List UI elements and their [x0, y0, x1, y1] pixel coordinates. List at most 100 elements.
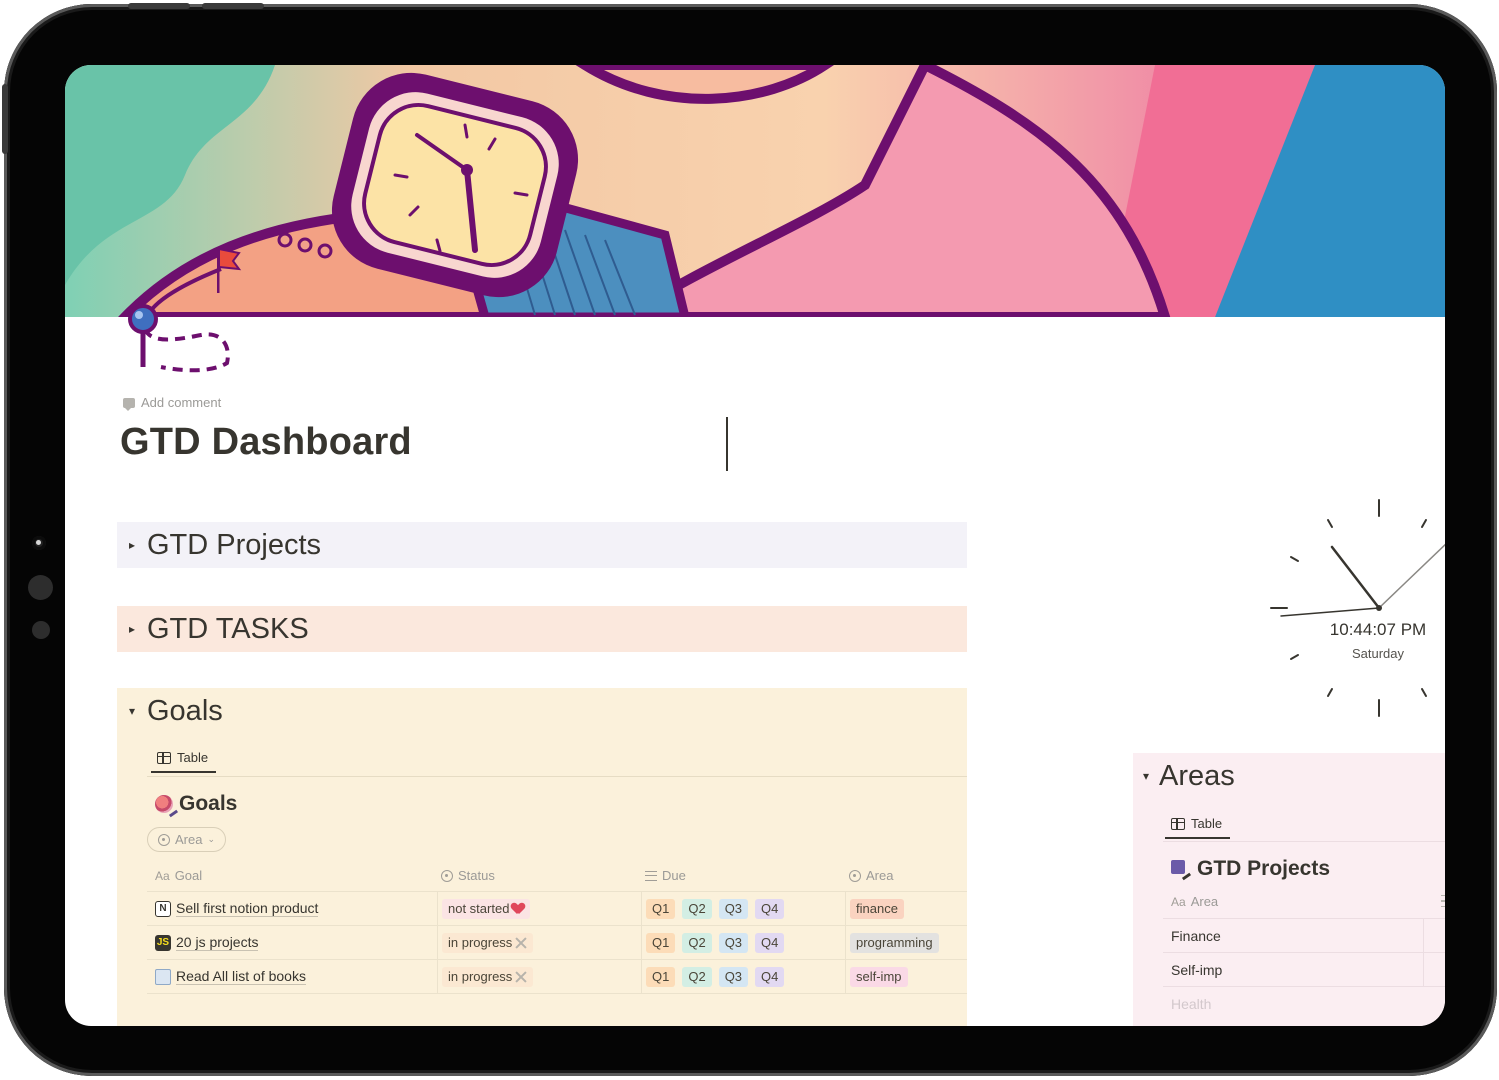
due-tag: Q2 — [682, 898, 712, 919]
comment-icon — [123, 397, 135, 411]
table-row[interactable]: Read All list of books in progress Q1 Q2… — [147, 960, 967, 994]
goals-table: Aa Goal Status Due Area N Sell first notio… — [147, 860, 967, 994]
goal-cell[interactable]: N Sell first notion product — [155, 892, 435, 925]
area-tag: self-imp — [850, 966, 908, 987]
due-tag: Q4 — [755, 932, 785, 953]
page-title[interactable]: GTD Dashboard — [120, 421, 412, 464]
text-cursor — [726, 417, 728, 471]
toggle-arrow-down-icon[interactable]: ▾ — [117, 704, 147, 718]
column-header-goal[interactable]: Aa Goal — [155, 860, 435, 891]
notion-page: Add comment GTD Dashboard ▸ GTD Projects… — [65, 65, 1445, 1026]
due-tag: Q3 — [718, 932, 749, 953]
toggle-areas-header[interactable]: ▾ Areas — [1133, 753, 1235, 799]
power-button — [2, 84, 8, 154]
tab-table-view[interactable]: Table — [1164, 816, 1231, 839]
text-property-icon: Aa — [155, 868, 170, 883]
due-tag: Q1 — [646, 932, 676, 953]
area-name[interactable]: Self-imp — [1171, 962, 1222, 978]
js-icon: JS — [155, 934, 171, 951]
due-tag: Q1 — [646, 898, 676, 919]
column-header-due[interactable]: Due — [641, 860, 841, 891]
notion-icon: N — [155, 900, 171, 917]
status-label: not started — [448, 901, 510, 916]
volume-up-button — [128, 3, 190, 9]
text-property-icon: Aa — [1171, 894, 1186, 909]
column-label: Area — [1190, 894, 1219, 909]
area-tag: finance — [850, 898, 904, 919]
toggle-gtd-projects[interactable]: ▸ GTD Projects — [117, 522, 967, 568]
database-title[interactable]: GTD Projects — [1171, 857, 1330, 881]
projects-icon — [1171, 860, 1191, 878]
toggle-areas: ▾ Areas Table GTD Projects Aa Area Finan… — [1133, 753, 1445, 1026]
table-icon — [157, 751, 171, 764]
tablet-frame: Add comment GTD Dashboard ▸ GTD Projects… — [2, 3, 1497, 1076]
due-cell[interactable]: Q1 Q2 Q3 Q4 — [641, 892, 841, 925]
area-filter-button[interactable]: Area ⌄ — [147, 827, 227, 852]
status-cell[interactable]: in progress — [437, 926, 637, 959]
due-cell[interactable]: Q1 Q2 Q3 Q4 — [641, 960, 841, 993]
select-property-icon — [849, 869, 861, 882]
volume-down-button — [202, 3, 264, 9]
toggle-heading-label: GTD TASKS — [147, 612, 309, 645]
tab-label: Table — [1191, 816, 1223, 831]
toggle-gtd-tasks[interactable]: ▸ GTD TASKS — [117, 606, 967, 652]
table-row[interactable]: N Sell first notion product not started Q… — [147, 892, 967, 926]
area-name[interactable]: Finance — [1171, 928, 1221, 944]
broken-heart-icon — [512, 903, 524, 915]
toggle-goals-header[interactable]: ▾ Goals — [117, 688, 223, 734]
toggle-arrow-down-icon[interactable]: ▾ — [1133, 769, 1159, 783]
column-label: Status — [458, 868, 495, 883]
due-tag: Q4 — [755, 898, 785, 919]
sensor-dot — [28, 575, 53, 600]
sensor-dot-small — [32, 621, 50, 639]
area-name[interactable]: Health — [1171, 996, 1211, 1012]
column-header-area[interactable]: Area — [845, 860, 967, 891]
area-cell[interactable]: programming — [845, 926, 967, 959]
multi-select-icon — [645, 870, 657, 881]
toggle-heading-label: GTD Projects — [147, 528, 322, 561]
select-property-icon — [441, 869, 453, 882]
toggle-arrow-icon[interactable]: ▸ — [117, 622, 147, 636]
cross-icon — [515, 937, 527, 949]
toggle-arrow-icon[interactable]: ▸ — [117, 538, 147, 552]
tab-label: Table — [177, 750, 209, 765]
clock-time: 10:44:07 PM — [1329, 620, 1427, 639]
filter-label: Area — [175, 832, 203, 847]
due-cell[interactable]: Q1 Q2 Q3 Q4 — [641, 926, 841, 959]
add-comment-button[interactable]: Add comment — [123, 395, 221, 411]
goal-title[interactable]: Read All list of books — [176, 968, 306, 985]
table-row[interactable]: Finance — [1163, 919, 1445, 953]
due-tag: Q1 — [646, 966, 676, 987]
cover-image[interactable] — [65, 65, 1445, 317]
area-cell[interactable]: self-imp — [845, 960, 967, 993]
goal-cell[interactable]: Read All list of books — [155, 960, 435, 993]
table-row[interactable]: JS 20 js projects in progress Q1 Q2 Q3 Q4… — [147, 926, 967, 960]
table-row[interactable]: Self-imp — [1163, 953, 1445, 987]
table-row[interactable]: Health — [1163, 987, 1445, 1021]
goal-cell[interactable]: JS 20 js projects — [155, 926, 435, 959]
column-menu-icon[interactable] — [1441, 895, 1445, 907]
due-tag: Q4 — [755, 966, 785, 987]
analog-clock-widget — [1270, 499, 1445, 717]
table-header-row[interactable]: Aa Area — [1163, 885, 1445, 919]
goal-title[interactable]: Sell first notion product — [176, 900, 319, 917]
column-header-status[interactable]: Status — [437, 860, 637, 891]
database-title-label: GTD Projects — [1197, 857, 1331, 880]
chevron-down-icon: ⌄ — [207, 834, 216, 844]
map-pin-flag-icon[interactable] — [121, 245, 251, 375]
tab-table-view[interactable]: Table — [150, 750, 217, 773]
column-divider — [1423, 919, 1424, 952]
status-label: in progress — [448, 969, 513, 984]
status-cell[interactable]: not started — [437, 892, 637, 925]
table-header-row: Aa Goal Status Due Area — [147, 860, 967, 892]
book-icon — [155, 968, 171, 985]
area-cell[interactable]: finance — [845, 892, 967, 925]
database-title[interactable]: Goals — [155, 792, 237, 816]
goal-title[interactable]: 20 js projects — [176, 934, 259, 951]
clock-day: Saturday — [1351, 646, 1405, 661]
column-label: Due — [662, 868, 686, 883]
table-icon — [1171, 817, 1185, 830]
view-divider — [147, 776, 967, 777]
status-cell[interactable]: in progress — [437, 960, 637, 993]
select-property-icon — [158, 833, 170, 846]
